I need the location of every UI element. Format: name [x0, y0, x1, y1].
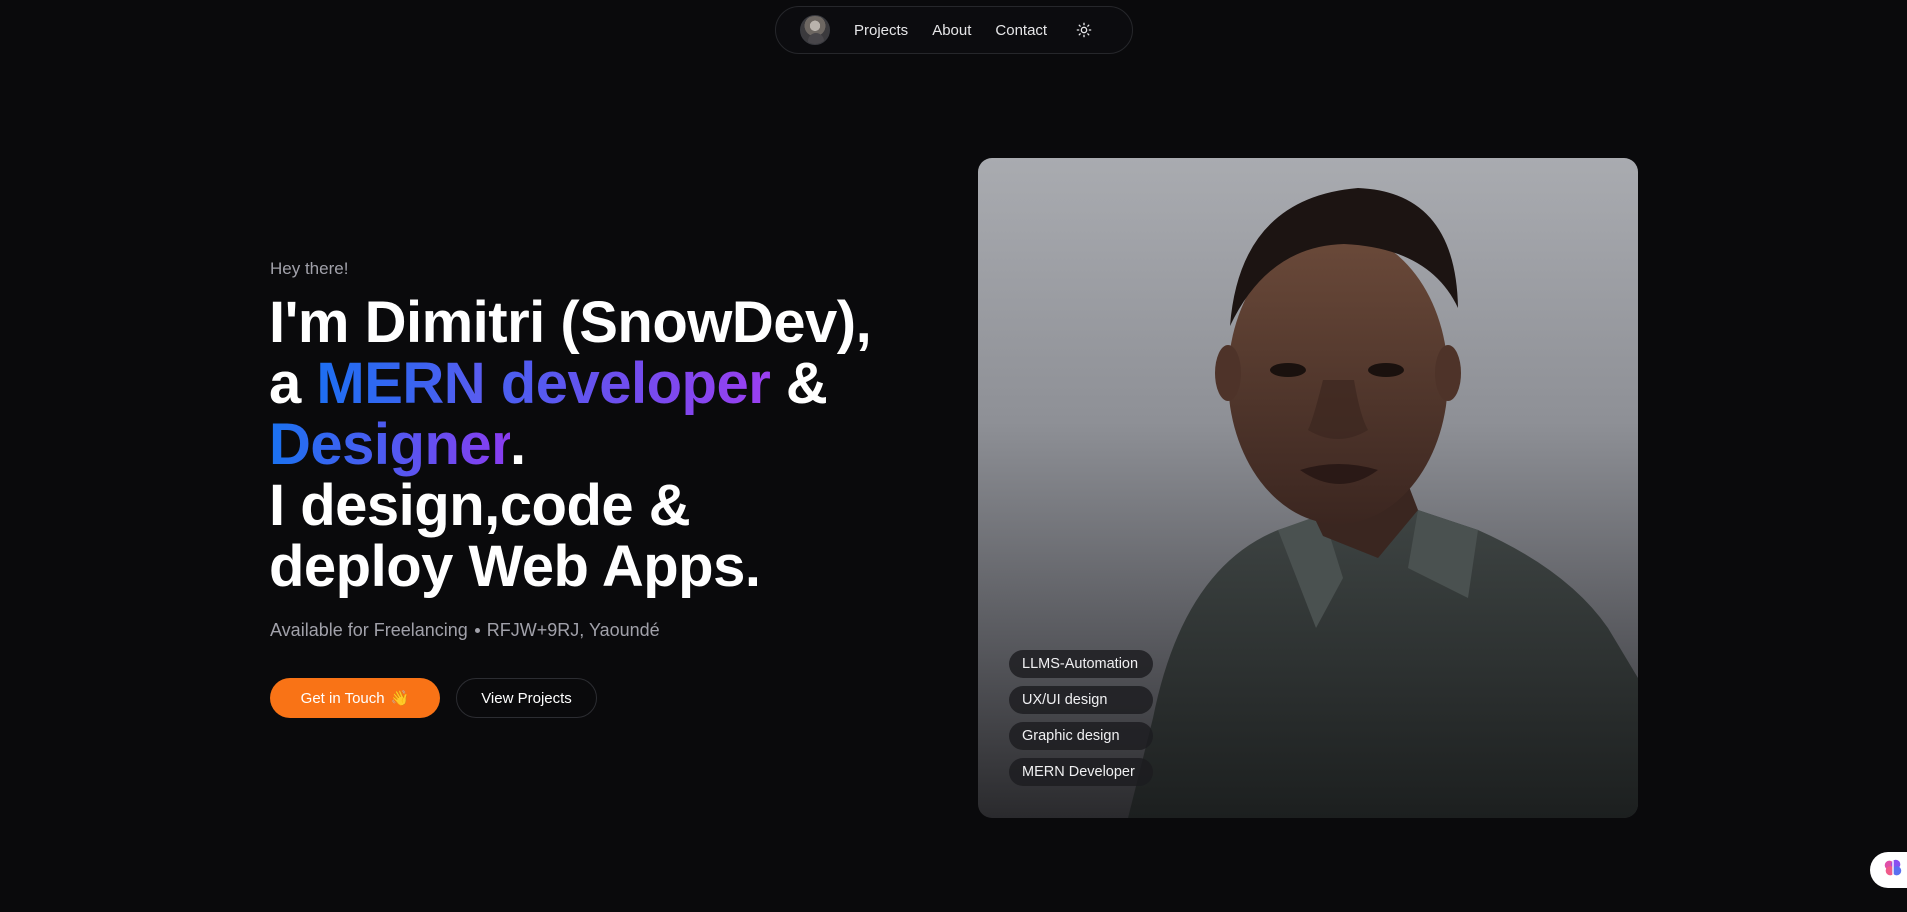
portrait-card: LLMS-Automation UX/UI design Graphic des…: [978, 158, 1638, 818]
sun-icon[interactable]: [1075, 21, 1093, 39]
nav-link-projects[interactable]: Projects: [854, 22, 908, 39]
headline-designer: Designer: [269, 412, 511, 477]
headline-prefix: a: [269, 351, 317, 416]
view-projects-button[interactable]: View Projects: [456, 678, 597, 718]
headline-ampersand: &: [770, 351, 828, 416]
top-nav: Projects About Contact: [775, 6, 1133, 54]
skill-tag: UX/UI design: [1009, 686, 1153, 714]
avatar[interactable]: [800, 15, 830, 45]
availability-text: Available for Freelancing: [270, 620, 468, 640]
headline-line-1: I'm Dimitri (SnowDev),: [269, 290, 872, 355]
hero-availability: Available for Freelancing RFJW+9RJ, Yaoun…: [270, 620, 660, 641]
skill-tag: Graphic design: [1009, 722, 1153, 750]
nav-link-contact[interactable]: Contact: [995, 22, 1047, 39]
headline-line-5: deploy Web Apps.: [269, 534, 761, 599]
headline-period: .: [510, 412, 526, 477]
headline-developer: developer: [500, 351, 771, 416]
brain-icon: [1882, 857, 1904, 884]
headline-space: [485, 351, 501, 416]
brain-widget[interactable]: [1870, 852, 1907, 888]
skill-tag: LLMS-Automation: [1009, 650, 1153, 678]
skill-tags: LLMS-Automation UX/UI design Graphic des…: [1009, 650, 1153, 786]
get-in-touch-button[interactable]: Get in Touch 👋: [270, 678, 440, 718]
hero-headline: I'm Dimitri (SnowDev), a MERN developer …: [269, 292, 969, 597]
get-in-touch-label: Get in Touch: [300, 689, 385, 707]
headline-mern: MERN: [316, 351, 486, 416]
headline-line-4: I design,code &: [269, 473, 691, 538]
hero-greeting: Hey there!: [270, 259, 349, 278]
waving-hand-icon: 👋: [390, 690, 410, 707]
location-text: RFJW+9RJ, Yaoundé: [486, 620, 660, 640]
nav-link-about[interactable]: About: [932, 22, 971, 39]
skill-tag: MERN Developer: [1009, 758, 1153, 786]
separator-dot: [474, 628, 480, 633]
